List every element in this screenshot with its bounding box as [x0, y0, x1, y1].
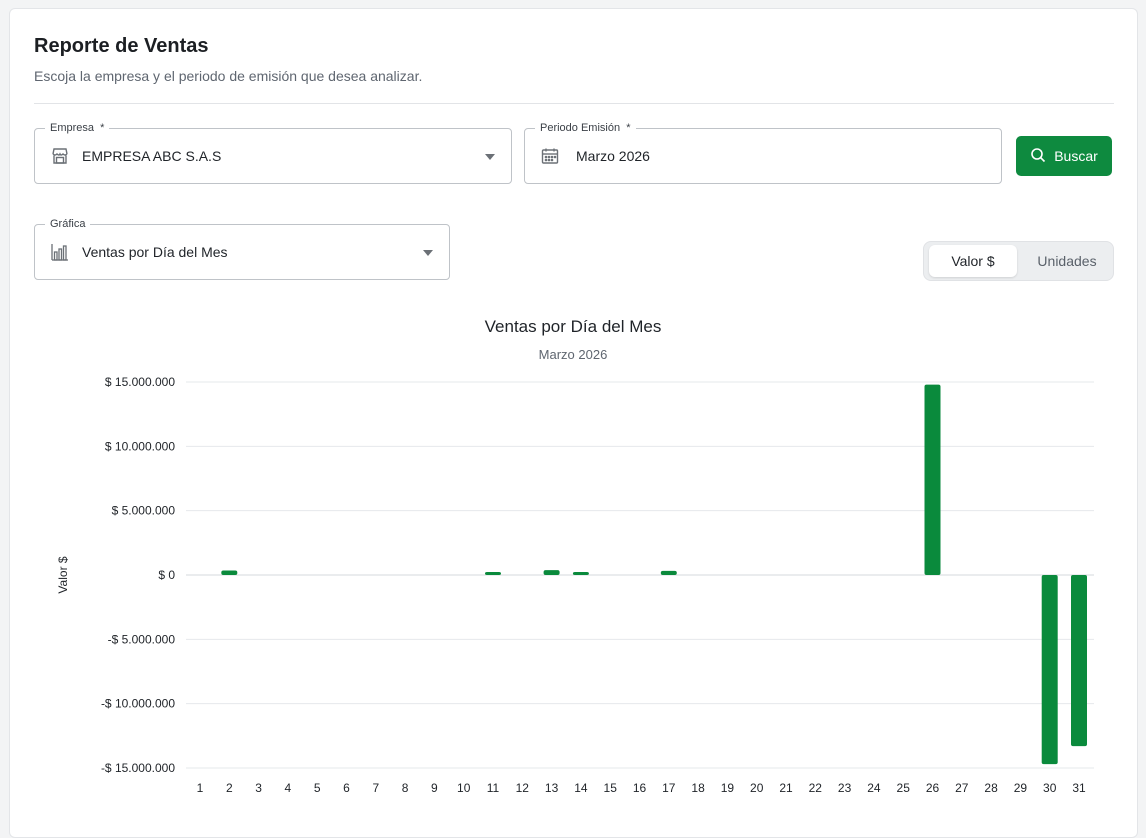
y-tick-label: $ 0 — [158, 568, 175, 582]
x-tick-label: 15 — [604, 781, 618, 795]
chart-title: Ventas por Día del Mes — [485, 317, 662, 336]
bars — [221, 384, 1087, 765]
x-tick-label: 3 — [255, 781, 262, 795]
x-tick-label: 25 — [897, 781, 911, 795]
x-tick-label: 28 — [984, 781, 998, 795]
x-tick-labels: 1 2 3 4 5 6 7 8 9 10 11 12 13 14 15 16 17 18 19 20 21 22 23 24 2… — [197, 781, 1086, 795]
x-tick-label: 12 — [516, 781, 530, 795]
x-tick-label: 18 — [691, 781, 705, 795]
x-tick-label: 11 — [487, 781, 500, 795]
x-tick-label: 31 — [1072, 781, 1086, 795]
x-tick-label: 20 — [750, 781, 764, 795]
x-tick-label: 30 — [1043, 781, 1057, 795]
x-tick-label: 4 — [285, 781, 292, 795]
x-tick-label: 27 — [955, 781, 969, 795]
y-tick-label: $ 5.000.000 — [112, 504, 176, 518]
x-tick-label: 29 — [1014, 781, 1028, 795]
y-tick-label: $ 10.000.000 — [105, 439, 175, 453]
sales-chart: Ventas por Día del Mes Marzo 2026 Valor … — [56, 317, 1094, 795]
y-tick-labels: $ 15.000.000 $ 10.000.000 $ 5.000.000 $ 0 -$… — [101, 375, 175, 775]
x-tick-label: 6 — [343, 781, 350, 795]
grid-lines — [186, 381, 1094, 769]
x-tick-label: 8 — [402, 781, 409, 795]
y-tick-label: -$ 5.000.000 — [108, 632, 176, 646]
x-tick-label: 21 — [779, 781, 793, 795]
y-tick-label: $ 15.000.000 — [105, 375, 175, 389]
bar-day-17[interactable] — [660, 570, 677, 575]
x-tick-label: 14 — [574, 781, 588, 795]
bar-day-30[interactable] — [1041, 575, 1058, 765]
x-tick-label: 5 — [314, 781, 321, 795]
bar-day-11[interactable] — [485, 572, 501, 575]
y-axis-label: Valor $ — [56, 556, 70, 593]
x-tick-label: 24 — [867, 781, 881, 795]
bar-day-26[interactable] — [924, 384, 941, 575]
bar-day-2[interactable] — [221, 570, 238, 575]
x-tick-label: 22 — [809, 781, 823, 795]
x-tick-label: 2 — [226, 781, 233, 795]
x-tick-label: 16 — [633, 781, 647, 795]
x-tick-label: 10 — [457, 781, 471, 795]
x-tick-label: 9 — [431, 781, 438, 795]
x-tick-label: 1 — [197, 781, 204, 795]
y-tick-label: -$ 10.000.000 — [101, 697, 175, 711]
chart-subtitle: Marzo 2026 — [539, 347, 608, 362]
x-tick-label: 7 — [372, 781, 379, 795]
x-tick-label: 19 — [721, 781, 735, 795]
bar-day-13[interactable] — [543, 570, 560, 575]
x-tick-label: 23 — [838, 781, 852, 795]
bar-day-14[interactable] — [572, 572, 589, 575]
y-tick-label: -$ 15.000.000 — [101, 761, 175, 775]
bar-day-31[interactable] — [1071, 575, 1087, 747]
x-tick-label: 17 — [662, 781, 676, 795]
x-tick-label: 26 — [926, 781, 940, 795]
x-tick-label: 13 — [545, 781, 559, 795]
